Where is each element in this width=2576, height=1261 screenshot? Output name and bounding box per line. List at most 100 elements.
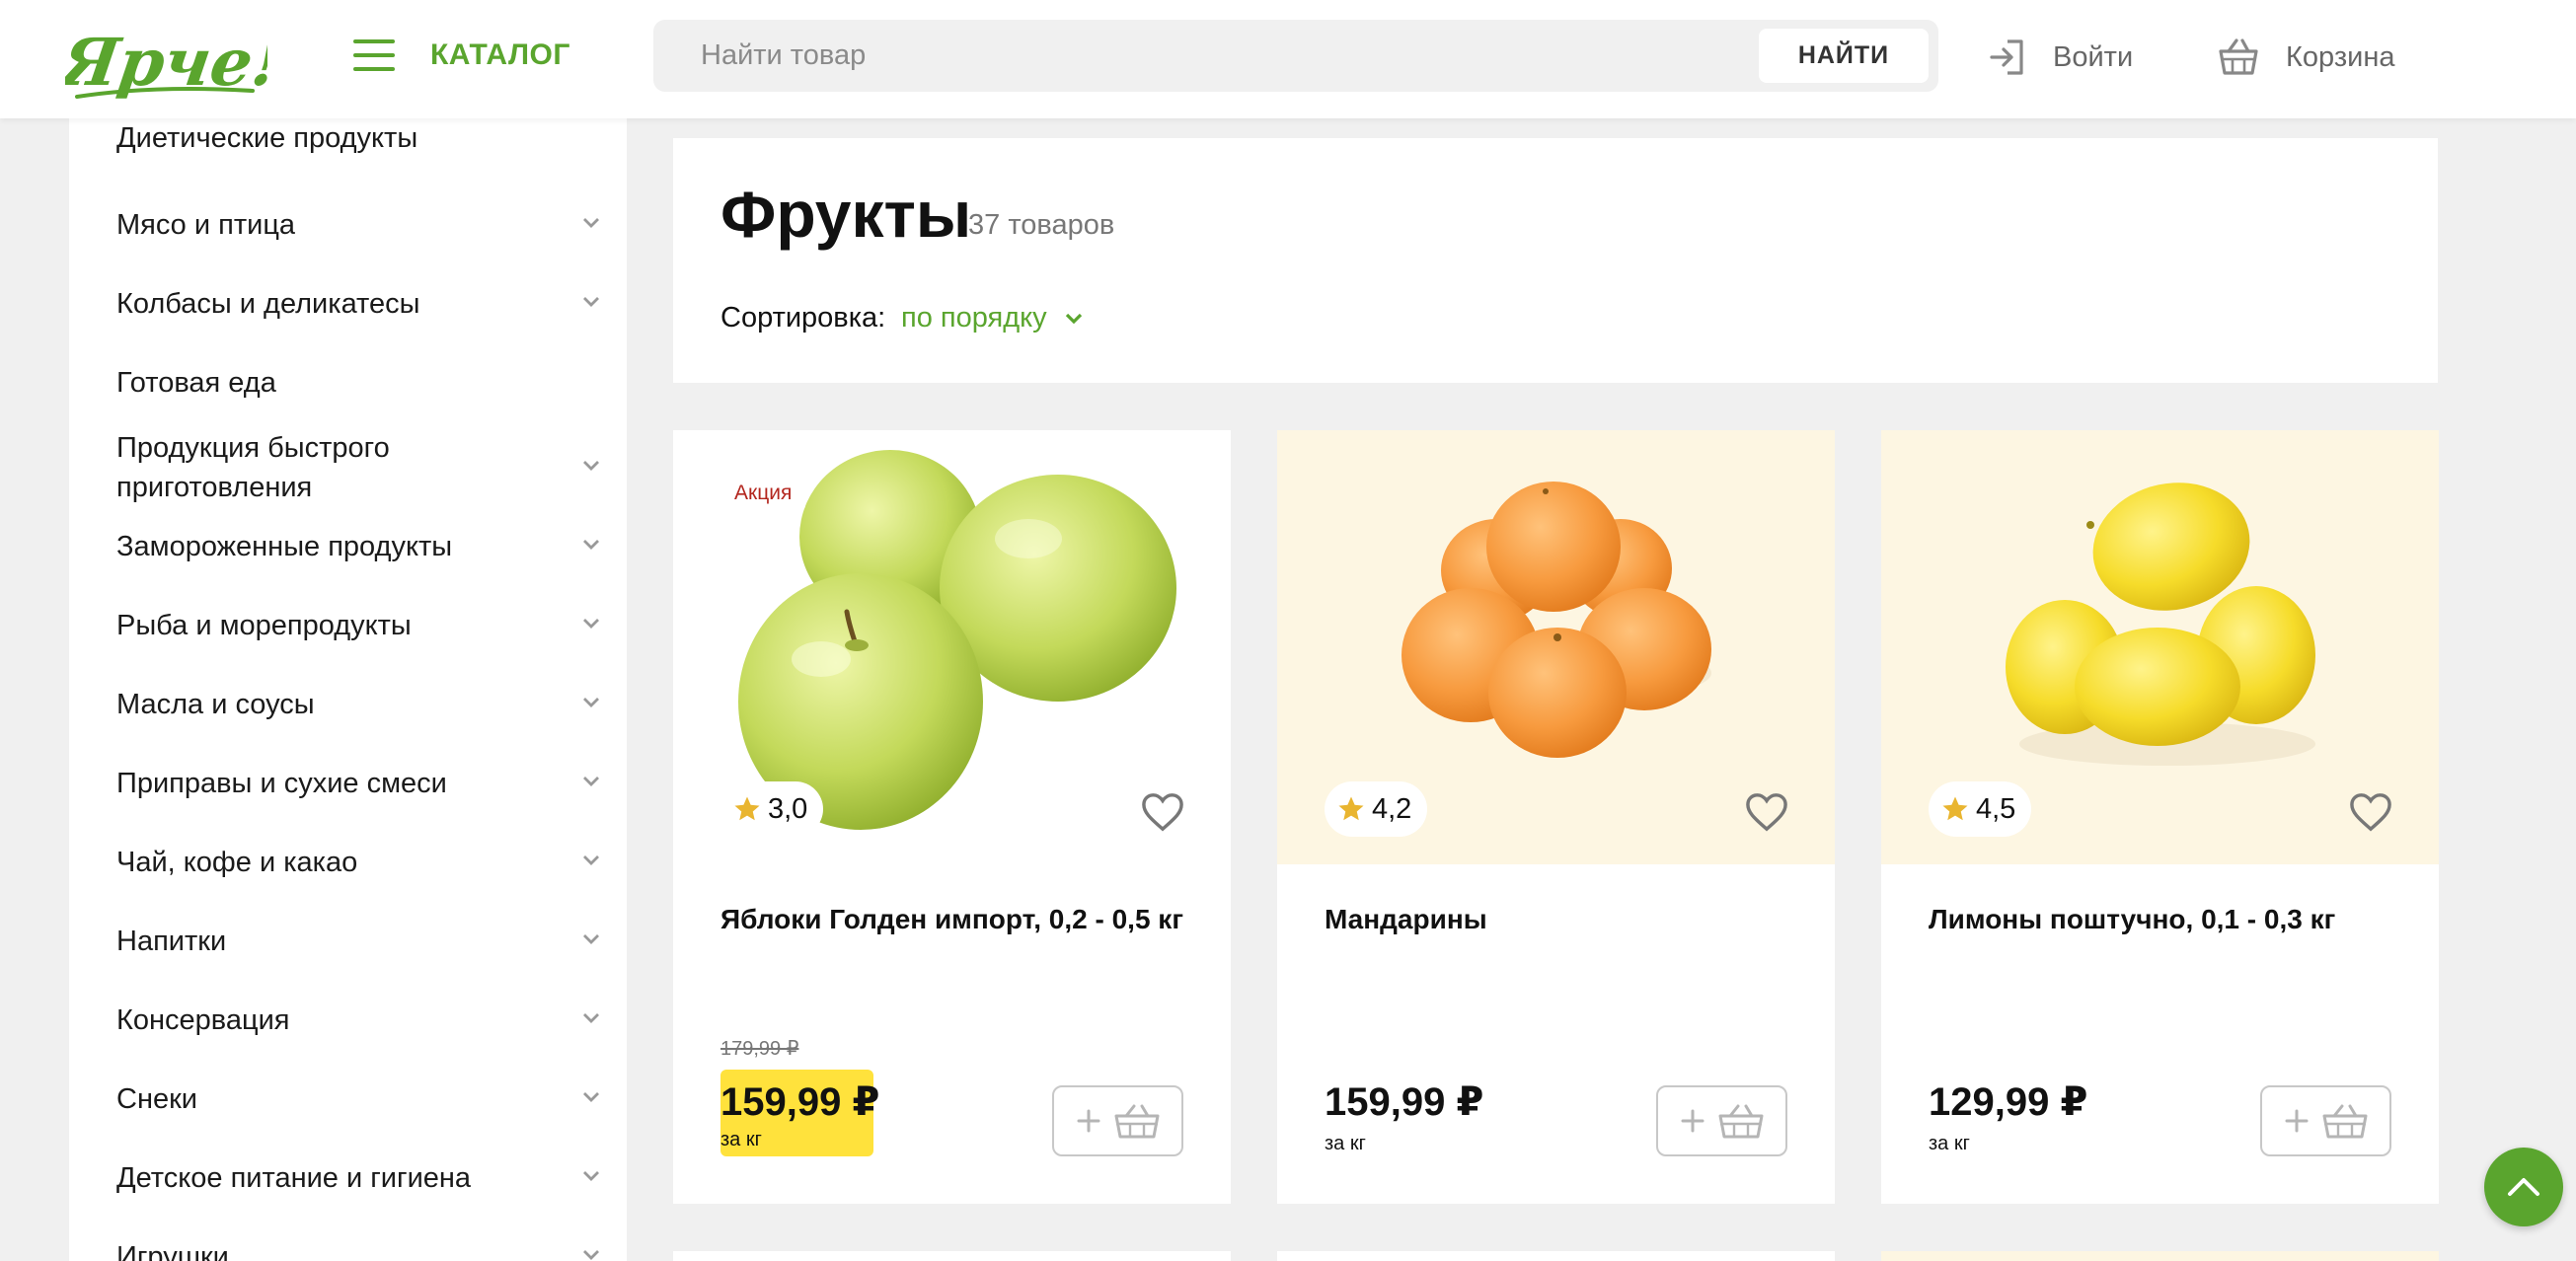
sidebar-item-label: Продукция быстрого приготовления xyxy=(116,432,390,503)
product-name[interactable]: Лимоны поштучно, 0,1 - 0,3 кг xyxy=(1929,900,2402,939)
product-name[interactable]: Яблоки Голден импорт, 0,2 - 0,5 кг xyxy=(720,900,1194,939)
chevron-down-icon xyxy=(583,619,599,629)
chevron-down-icon xyxy=(583,1250,599,1260)
brand-logo[interactable]: Ярче! xyxy=(65,8,267,107)
add-to-basket-icon xyxy=(2285,1104,2367,1139)
sort-label: Сортировка: xyxy=(720,302,886,334)
rating-value: 4,2 xyxy=(1372,792,1412,825)
search-input[interactable] xyxy=(701,20,1688,92)
sidebar-item-label: Детское питание и гигиена xyxy=(116,1162,472,1194)
product-count: 37 товаров xyxy=(968,209,1115,241)
scroll-to-top-button[interactable] xyxy=(2484,1148,2563,1226)
price-unit: за кг xyxy=(1325,1133,1366,1154)
price-unit: за кг xyxy=(1929,1133,1970,1154)
cart-button[interactable]: Корзина xyxy=(2217,34,2394,81)
product-image[interactable]: 4,5 xyxy=(1881,430,2439,864)
sidebar-item-ready-food[interactable]: Готовая еда xyxy=(116,355,600,410)
sidebar-item-spices[interactable]: Приправы и сухие смеси xyxy=(116,756,600,811)
sidebar-item-label: Игрушки xyxy=(116,1241,229,1261)
menu-icon xyxy=(353,39,395,71)
login-button[interactable]: Войти xyxy=(1988,34,2133,81)
logo-icon: Ярче! xyxy=(65,24,267,101)
add-to-basket-icon xyxy=(1077,1104,1159,1139)
product-image[interactable]: Акция 3,0 xyxy=(673,430,1231,864)
sidebar-item-canned[interactable]: Консервация xyxy=(116,993,600,1048)
chevron-up-icon xyxy=(2508,1178,2539,1196)
category-header: Фрукты 37 товаров Сортировка: по порядку xyxy=(673,138,2438,383)
product-image[interactable]: 4,2 xyxy=(1277,430,1835,864)
promo-badge: Акция xyxy=(720,476,806,511)
star-icon xyxy=(1942,796,1968,821)
sidebar-item-fish[interactable]: Рыба и морепродукты xyxy=(116,598,600,653)
search-bar: НАЙТИ xyxy=(653,20,1938,92)
old-price: 179,99 ₽ xyxy=(720,1038,799,1060)
chevron-down-icon xyxy=(1065,313,1082,324)
sidebar-item-label: Напитки xyxy=(116,926,227,957)
heart-icon[interactable] xyxy=(1744,791,1789,833)
sidebar-item-label: Консервация xyxy=(116,1004,290,1036)
chevron-down-icon xyxy=(583,1171,599,1181)
rating-badge: 4,5 xyxy=(1929,781,2032,837)
login-label: Войти xyxy=(2053,40,2134,73)
product-name[interactable]: Мандарины xyxy=(1325,900,1798,939)
sidebar-item-sausages[interactable]: Колбасы и деликатесы xyxy=(116,276,600,332)
price-value: 129,99 ₽ xyxy=(1929,1080,2088,1124)
sort-dropdown[interactable]: по порядку xyxy=(901,302,1083,334)
sidebar-item-label: Замороженные продукты xyxy=(116,531,453,562)
sidebar-item-label: Готовая еда xyxy=(116,367,276,399)
star-icon xyxy=(734,796,760,821)
sidebar-item-label: Снеки xyxy=(116,1083,197,1115)
price-value: 159,99 ₽ xyxy=(720,1080,880,1124)
chevron-down-icon xyxy=(583,540,599,550)
sidebar-item-toys[interactable]: Игрушки xyxy=(116,1229,600,1261)
sidebar-item-meat[interactable]: Мясо и птица xyxy=(116,197,600,253)
sidebar-item-label: Масла и соусы xyxy=(116,689,315,720)
product-card-partial xyxy=(1881,1251,2439,1261)
add-to-cart-button[interactable] xyxy=(1052,1085,1183,1156)
chevron-down-icon xyxy=(583,777,599,786)
rating-value: 4,5 xyxy=(1976,792,2016,825)
sidebar-item-baby[interactable]: Детское питание и гигиена xyxy=(116,1150,600,1206)
sidebar-item-label: Приправы и сухие смеси xyxy=(116,768,447,799)
sidebar-item-tea-coffee[interactable]: Чай, кофе и какао xyxy=(116,835,600,890)
sidebar-item-snacks[interactable]: Снеки xyxy=(116,1072,600,1127)
price-unit: за кг xyxy=(720,1129,762,1150)
chevron-down-icon xyxy=(583,934,599,944)
sidebar-item-label: Мясо и птица xyxy=(116,209,296,241)
search-button[interactable]: НАЙТИ xyxy=(1759,29,1929,83)
product-card[interactable]: 4,2 Мандарины 159,99 ₽ за кг xyxy=(1277,430,1835,1204)
sidebar-item-label: Чай, кофе и какао xyxy=(116,847,358,878)
sort-value: по порядку xyxy=(901,302,1047,334)
sidebar-item-label: Колбасы и деликатесы xyxy=(116,288,420,320)
heart-icon[interactable] xyxy=(1140,791,1185,833)
product-card[interactable]: Акция 3,0 Яблоки Голден импорт, 0,2 - 0,… xyxy=(673,430,1231,1204)
chevron-down-icon xyxy=(583,1092,599,1102)
sidebar-item-fast-food[interactable]: Продукция быстрого приготовления xyxy=(116,420,600,515)
add-to-cart-button[interactable] xyxy=(2260,1085,2391,1156)
promo-price: 159,99 ₽ за кг xyxy=(720,1070,879,1156)
rating-value: 3,0 xyxy=(768,792,808,825)
catalog-button[interactable]: КАТАЛОГ xyxy=(353,34,570,77)
sidebar-item-dietary[interactable]: Диетические продукты xyxy=(116,118,600,158)
site-header: Ярче! КАТАЛОГ НАЙТИ Войти Корзина xyxy=(0,0,2576,118)
sidebar-item-label: Диетические продукты xyxy=(116,122,418,154)
product-card-partial xyxy=(1277,1251,1835,1261)
catalog-label: КАТАЛОГ xyxy=(430,38,570,71)
add-to-basket-icon xyxy=(1681,1104,1763,1139)
heart-icon[interactable] xyxy=(2348,791,2393,833)
page-title: Фрукты xyxy=(720,178,972,251)
rating-badge: 4,2 xyxy=(1325,781,1428,837)
sidebar-item-frozen[interactable]: Замороженные продукты xyxy=(116,519,600,574)
add-to-cart-button[interactable] xyxy=(1656,1085,1787,1156)
product-card-partial xyxy=(673,1251,1231,1261)
chevron-down-icon xyxy=(583,855,599,865)
category-sidebar: Диетические продукты Мясо и птица Колбас… xyxy=(69,118,627,1261)
sidebar-item-drinks[interactable]: Напитки xyxy=(116,914,600,969)
chevron-down-icon xyxy=(583,698,599,707)
chevron-down-icon xyxy=(583,1013,599,1023)
sidebar-item-oils[interactable]: Масла и соусы xyxy=(116,677,600,732)
sidebar-item-label: Рыба и морепродукты xyxy=(116,610,412,641)
product-card[interactable]: 4,5 Лимоны поштучно, 0,1 - 0,3 кг 129,99… xyxy=(1881,430,2439,1204)
chevron-down-icon xyxy=(583,297,599,307)
chevron-down-icon xyxy=(583,218,599,228)
